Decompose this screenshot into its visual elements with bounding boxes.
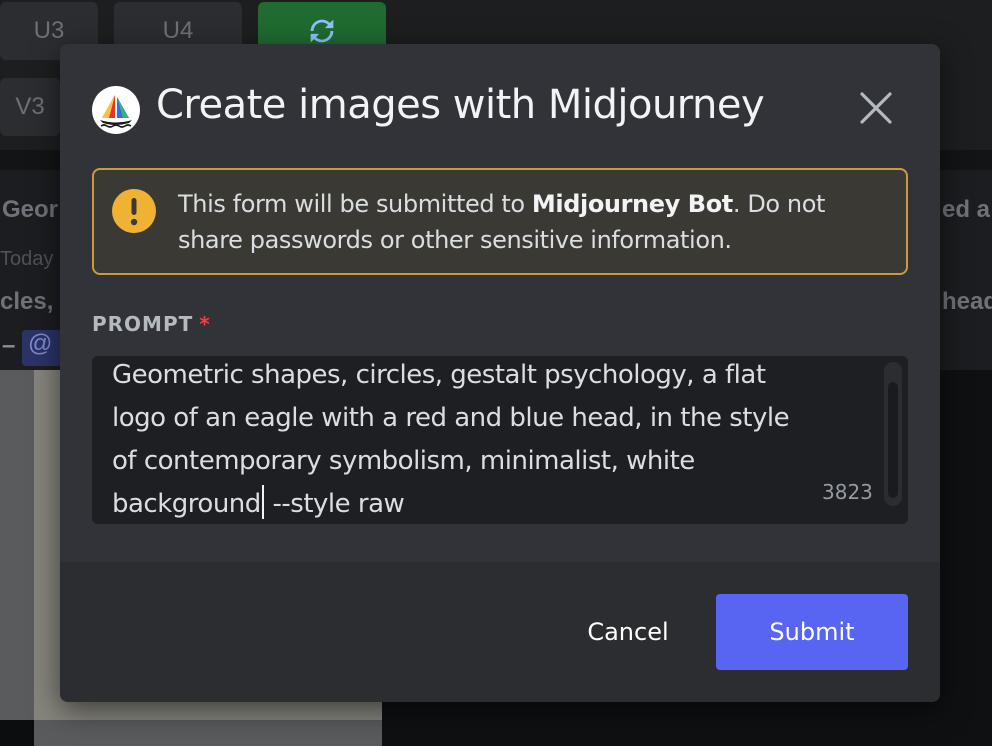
submit-button[interactable]: Submit [716,594,908,670]
warning-banner: This form will be submitted to Midjourne… [92,168,908,275]
prompt-label: PROMPT * [92,312,211,336]
modal-footer: Cancel Submit [60,562,940,702]
midjourney-sailboat-icon [92,86,140,134]
close-button[interactable] [856,88,896,128]
bg-right-text-1: ed a [942,196,991,223]
remaining-character-count: 3823 [822,480,873,504]
prompt-value-before-caret: Geometric shapes, circles, gestalt psych… [112,360,797,519]
prompt-text-value[interactable]: Geometric shapes, circles, gestalt psych… [112,356,802,524]
bg-message-text: cles, [0,288,54,315]
bg-message-dash: – [2,332,16,359]
close-icon [860,92,892,124]
modal-header: Create images with Midjourney [60,44,940,164]
bg-user-mention[interactable]: @ [22,330,62,366]
prompt-label-text: PROMPT [92,312,194,336]
bg-message-author: Geor [2,196,59,223]
exclamation-icon [112,189,156,233]
textarea-scrollbar[interactable] [884,362,902,506]
warning-text-before: This form will be submitted to [178,190,532,218]
text-caret [261,485,264,519]
prompt-value-after-caret: --style raw [264,489,405,519]
cancel-button[interactable]: Cancel [552,594,704,670]
refresh-icon [310,19,334,43]
bg-message-time: Today [0,248,54,270]
warning-bot-name: Midjourney Bot [531,190,733,218]
bg-variation-button-v3[interactable]: V3 [0,78,60,136]
bg-image-corner [0,720,34,746]
warning-text: This form will be submitted to Midjourne… [178,186,878,258]
textarea-scrollbar-thumb[interactable] [888,382,898,498]
bg-right-text-2: head [942,288,992,315]
create-images-modal: Create images with Midjourney This form … [60,44,940,702]
modal-title: Create images with Midjourney [156,82,765,128]
prompt-textarea[interactable]: Geometric shapes, circles, gestalt psych… [92,356,908,524]
required-asterisk: * [199,312,211,336]
